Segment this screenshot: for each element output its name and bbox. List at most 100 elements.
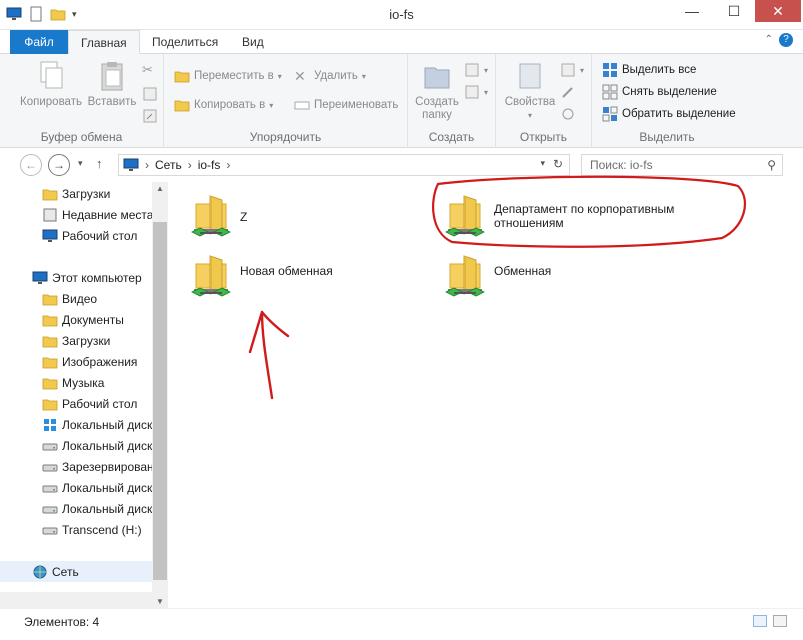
copy-path-button[interactable] [142, 86, 158, 102]
folder-new-exchange[interactable]: Новая обменная [188, 252, 333, 300]
copy-path-icon [142, 86, 158, 102]
address-row: ← → ▾ ↑ › Сеть › io-fs › ▾ ↻ Поиск: io-f… [0, 148, 803, 182]
copy-to-button[interactable]: Копировать в ▾ [174, 97, 273, 113]
refresh-icon[interactable]: ↻ [553, 157, 563, 171]
nav-item-this-pc[interactable]: Этот компьютер [0, 267, 152, 288]
nav-item-label: Загрузки [62, 186, 111, 201]
forward-button[interactable]: → [48, 154, 70, 176]
nav-item-desktop[interactable]: Рабочий стол [0, 225, 152, 246]
navigation-hscrollbar[interactable] [0, 592, 152, 608]
copy-button[interactable]: Копировать [18, 60, 84, 109]
nav-item-music[interactable]: Музыка [0, 372, 152, 393]
help-icon[interactable]: ? [779, 33, 793, 47]
address-dropdown-icon[interactable]: ▾ [540, 158, 545, 169]
desktop-folder-icon [42, 396, 58, 412]
rename-button[interactable]: Переименовать [294, 97, 398, 113]
search-input[interactable]: Поиск: io-fs ⚲ [581, 154, 783, 176]
rename-label: Переименовать [314, 99, 399, 111]
nav-item-label: Сеть [52, 564, 79, 579]
nav-item-pictures[interactable]: Изображения [0, 351, 152, 372]
scroll-up-icon[interactable]: ▲ [156, 184, 164, 193]
properties-label: Свойства [504, 96, 556, 108]
minimize-button[interactable]: — [675, 0, 709, 22]
nav-item-downloads-pc[interactable]: Загрузки [0, 330, 152, 351]
nav-item-downloads[interactable]: Загрузки [0, 183, 152, 204]
tab-file[interactable]: Файл [10, 30, 68, 54]
nav-item-label: Transcend (H:) [62, 522, 142, 537]
folder-label: Департамент по корпоративным отношениям [494, 202, 675, 230]
navigation-scrollbar[interactable]: ▲ ▼ [152, 182, 168, 608]
easy-access-button[interactable]: ▾ [464, 84, 488, 100]
up-arrow-icon[interactable]: ↑ [96, 156, 103, 171]
delete-icon: ✕ [294, 68, 306, 84]
open-group-label: Открыть [519, 130, 568, 144]
back-button[interactable]: ← [20, 154, 42, 176]
network-folder-icon [188, 252, 236, 300]
paste-button[interactable]: Вставить [84, 60, 140, 109]
move-to-label: Переместить в [194, 70, 274, 82]
history-button[interactable] [560, 106, 576, 122]
paste-shortcut-button[interactable] [142, 108, 158, 124]
back-arrow-icon: ← [25, 158, 37, 172]
edit-icon [560, 84, 576, 100]
scroll-down-icon[interactable]: ▼ [156, 597, 164, 606]
nav-item-reserved[interactable]: Зарезервировано [0, 456, 152, 477]
open-button[interactable]: ▾ [560, 62, 584, 78]
easy-access-icon [464, 84, 480, 100]
folder-exchange[interactable]: Обменная [442, 252, 551, 300]
close-button[interactable]: ✕ [755, 0, 801, 22]
desktop-icon [42, 228, 58, 244]
scrollbar-thumb[interactable] [153, 222, 167, 580]
folder-corporate-relations[interactable]: Департамент по корпоративным отношениям [442, 192, 674, 240]
nav-item-label: Локальный диск [62, 417, 152, 432]
new-folder-label-1: Создать [415, 96, 459, 108]
nav-item-videos[interactable]: Видео [0, 288, 152, 309]
nav-item-documents[interactable]: Документы [0, 309, 152, 330]
breadcrumb-io-fs[interactable]: io-fs [198, 158, 221, 172]
edit-button[interactable] [560, 84, 576, 100]
organize-group-label: Упорядочить [249, 130, 322, 144]
new-group: Создать папку ▾ ▾ Создать [408, 54, 496, 148]
copy-to-label: Копировать в [194, 99, 266, 111]
nav-item-recent-places[interactable]: Недавние места [0, 204, 152, 225]
open-icon [560, 62, 576, 78]
cut-button[interactable]: ✂ [142, 62, 158, 78]
select-all-button[interactable]: Выделить все [602, 62, 696, 78]
recent-places-icon [42, 207, 58, 223]
breadcrumb-network[interactable]: Сеть [155, 158, 182, 172]
folder-label: Новая обменная [240, 264, 333, 278]
new-folder-icon [421, 60, 453, 92]
invert-selection-button[interactable]: Обратить выделение [602, 106, 736, 122]
tab-share[interactable]: Поделиться [140, 30, 230, 54]
nav-item-local-disk-4[interactable]: Локальный диск [0, 498, 152, 519]
properties-button[interactable]: Свойства ▾ [502, 60, 558, 122]
select-none-button[interactable]: Снять выделение [602, 84, 717, 100]
path-separator-icon: › [226, 158, 231, 172]
address-bar[interactable]: › Сеть › io-fs › ▾ ↻ [118, 154, 570, 176]
nav-item-local-disk-2[interactable]: Локальный диск [0, 435, 152, 456]
nav-item-local-disk-3[interactable]: Локальный диск [0, 477, 152, 498]
computer-icon [32, 270, 48, 286]
maximize-button[interactable]: ☐ [717, 0, 751, 22]
details-view-icon[interactable] [753, 615, 767, 627]
search-icon: ⚲ [767, 158, 776, 172]
tab-home[interactable]: Главная [68, 30, 140, 55]
nav-item-label: Документы [62, 312, 124, 327]
move-to-button[interactable]: Переместить в ▾ [174, 68, 282, 84]
recent-locations-icon[interactable]: ▾ [78, 158, 83, 169]
nav-item-local-disk-c[interactable]: Локальный диск [0, 414, 152, 435]
open-group: Свойства ▾ ▾ Открыть [496, 54, 592, 148]
ribbon-tabs: Файл Главная Поделиться Вид ⌃ ? [0, 30, 803, 55]
nav-item-desktop-pc[interactable]: Рабочий стол [0, 393, 152, 414]
large-icons-view-icon[interactable] [773, 615, 787, 627]
new-item-button[interactable]: ▾ [464, 62, 488, 78]
folder-z[interactable]: Z [188, 192, 247, 240]
collapse-ribbon-icon[interactable]: ⌃ [765, 34, 773, 45]
delete-button[interactable]: ✕ Удалить ▾ [294, 68, 366, 84]
new-folder-button[interactable]: Создать папку [414, 60, 460, 122]
nav-item-network[interactable]: Сеть [0, 561, 152, 582]
properties-icon [514, 60, 546, 92]
network-icon [123, 157, 139, 173]
tab-view[interactable]: Вид [230, 30, 276, 54]
nav-item-transcend[interactable]: Transcend (H:) [0, 519, 152, 540]
